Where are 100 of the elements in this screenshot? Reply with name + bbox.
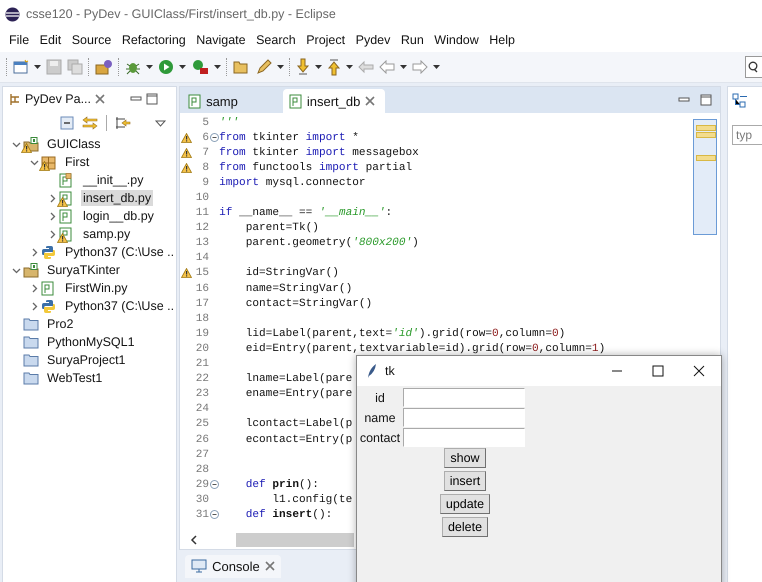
- filter-arrows-icon[interactable]: [115, 116, 132, 130]
- line-number: 30: [194, 494, 210, 506]
- editor-tab[interactable]: insert_db: [282, 89, 386, 113]
- chevron-down-icon[interactable]: [12, 266, 20, 274]
- previous-annotation-icon[interactable]: [327, 58, 341, 76]
- scroll-left-icon[interactable]: [190, 535, 198, 545]
- fold-icon[interactable]: [210, 133, 219, 142]
- close-icon[interactable]: [693, 365, 705, 377]
- line-number: 21: [194, 358, 210, 370]
- line-number: 15: [194, 267, 210, 280]
- code-line: econtact=Entry(p: [244, 434, 352, 446]
- action-button[interactable]: update: [440, 494, 490, 514]
- chevron-right-icon[interactable]: [48, 230, 56, 238]
- action-button[interactable]: insert: [444, 471, 486, 491]
- tree-item[interactable]: samp.py: [81, 226, 132, 242]
- menu-item[interactable]: Search: [251, 33, 301, 47]
- menu-item[interactable]: Help: [484, 33, 520, 47]
- view-tab-title[interactable]: PyDev Pa...: [25, 92, 91, 106]
- input-field[interactable]: [403, 428, 525, 447]
- forward-arrow-icon[interactable]: [412, 60, 428, 74]
- chevron-down-icon[interactable]: [30, 158, 38, 166]
- tree-item[interactable]: GUIClass: [45, 136, 102, 152]
- scrollbar-thumb[interactable]: [236, 533, 354, 547]
- collapse-all-icon[interactable]: [60, 116, 74, 130]
- tree-item[interactable]: insert_db.py: [81, 190, 154, 206]
- line-number: 25: [194, 418, 210, 430]
- menu-item[interactable]: Navigate: [191, 33, 251, 47]
- dropdown-arrow-icon[interactable]: [214, 64, 221, 70]
- dropdown-arrow-icon[interactable]: [433, 64, 440, 70]
- tree-item[interactable]: PythonMySQL1: [45, 334, 137, 350]
- new-window-icon[interactable]: [13, 59, 29, 75]
- menu-item[interactable]: Pydev: [350, 33, 396, 47]
- line-number: 23: [194, 388, 210, 400]
- warning-marker[interactable]: [696, 132, 716, 138]
- chevron-right-icon[interactable]: [30, 248, 38, 256]
- menu-item[interactable]: Run: [396, 33, 429, 47]
- menu-item[interactable]: Project: [301, 33, 350, 47]
- chevron-right-icon[interactable]: [48, 194, 56, 202]
- next-annotation-icon[interactable]: [296, 58, 310, 76]
- filter-field[interactable]: typ: [732, 125, 762, 145]
- chevron-right-icon[interactable]: [30, 284, 38, 292]
- dropdown-arrow-icon[interactable]: [277, 64, 284, 70]
- python-file-icon: [188, 94, 202, 108]
- run-icon[interactable]: [158, 59, 174, 75]
- menu-item[interactable]: Source: [66, 33, 116, 47]
- pencil-icon[interactable]: [256, 59, 272, 75]
- dropdown-arrow-icon[interactable]: [346, 64, 353, 70]
- tree-item[interactable]: WebTest1: [45, 370, 104, 386]
- field-label: id: [374, 390, 386, 404]
- outline-icon[interactable]: [732, 93, 748, 109]
- editor-tab[interactable]: samp: [182, 89, 283, 113]
- dropdown-arrow-icon[interactable]: [315, 64, 322, 70]
- folder-icon: [23, 335, 39, 349]
- code-line: lid=Label(parent,text='id').grid(row=0,column=0): [244, 328, 566, 340]
- dropdown-arrow-icon[interactable]: [146, 64, 153, 70]
- package-explorer-icon: [9, 92, 21, 106]
- fold-icon[interactable]: [210, 510, 219, 520]
- tree-item[interactable]: __init__.py: [81, 172, 146, 188]
- maximize-icon[interactable]: [652, 365, 664, 377]
- menu-item[interactable]: File: [4, 33, 34, 47]
- dropdown-arrow-icon[interactable]: [400, 64, 407, 70]
- dropdown-arrow-icon[interactable]: [179, 64, 186, 70]
- tree-item[interactable]: FirstWin.py: [63, 280, 130, 296]
- tree-item[interactable]: Pro2: [45, 316, 76, 332]
- back-arrow-icon[interactable]: [379, 60, 395, 74]
- chevron-right-icon[interactable]: [30, 302, 38, 310]
- input-field[interactable]: [403, 408, 525, 427]
- tree-item[interactable]: Python37 (C:\Use ..: [63, 298, 176, 314]
- action-button[interactable]: delete: [442, 517, 488, 537]
- tree-item[interactable]: SuryaProject1: [45, 352, 128, 368]
- warning-marker[interactable]: [696, 155, 716, 161]
- dropdown-arrow-icon[interactable]: [34, 64, 41, 70]
- link-arrows-icon[interactable]: [82, 116, 98, 130]
- line-number: 20: [194, 342, 210, 355]
- maximize-icon[interactable]: [146, 93, 158, 105]
- line-number: 5: [201, 116, 210, 129]
- menu-item[interactable]: Edit: [34, 33, 66, 47]
- chevron-down-icon[interactable]: [12, 140, 20, 148]
- tree-item[interactable]: SuryaTKinter: [45, 262, 122, 278]
- code-line: from tkinter import *: [219, 132, 359, 144]
- line-number: 18: [194, 312, 210, 325]
- line-number: 8: [201, 162, 210, 174]
- tree-item[interactable]: Python37 (C:\Use ..: [63, 244, 176, 260]
- tree-item[interactable]: login__db.py: [81, 208, 156, 224]
- window-title: csse120 - PyDev - GUIClass/First/insert_db.py - Eclipse: [26, 7, 336, 21]
- menu-item[interactable]: Refactoring: [116, 33, 191, 47]
- line-number: 22: [194, 373, 210, 386]
- tree-item[interactable]: First: [63, 154, 92, 170]
- briefcase-icon[interactable]: [95, 59, 113, 75]
- view-menu-icon[interactable]: [155, 120, 166, 126]
- warning-marker[interactable]: [696, 125, 716, 131]
- action-button[interactable]: show: [444, 448, 486, 468]
- run-tools-icon[interactable]: [191, 59, 209, 75]
- fold-icon[interactable]: [210, 480, 219, 490]
- code-line: from tkinter import messagebox: [219, 146, 419, 159]
- input-field[interactable]: [403, 388, 525, 407]
- search-icon[interactable]: [748, 61, 758, 73]
- chevron-right-icon[interactable]: [48, 212, 56, 220]
- maximize-icon[interactable]: [700, 94, 712, 106]
- menu-item[interactable]: Window: [429, 33, 484, 47]
